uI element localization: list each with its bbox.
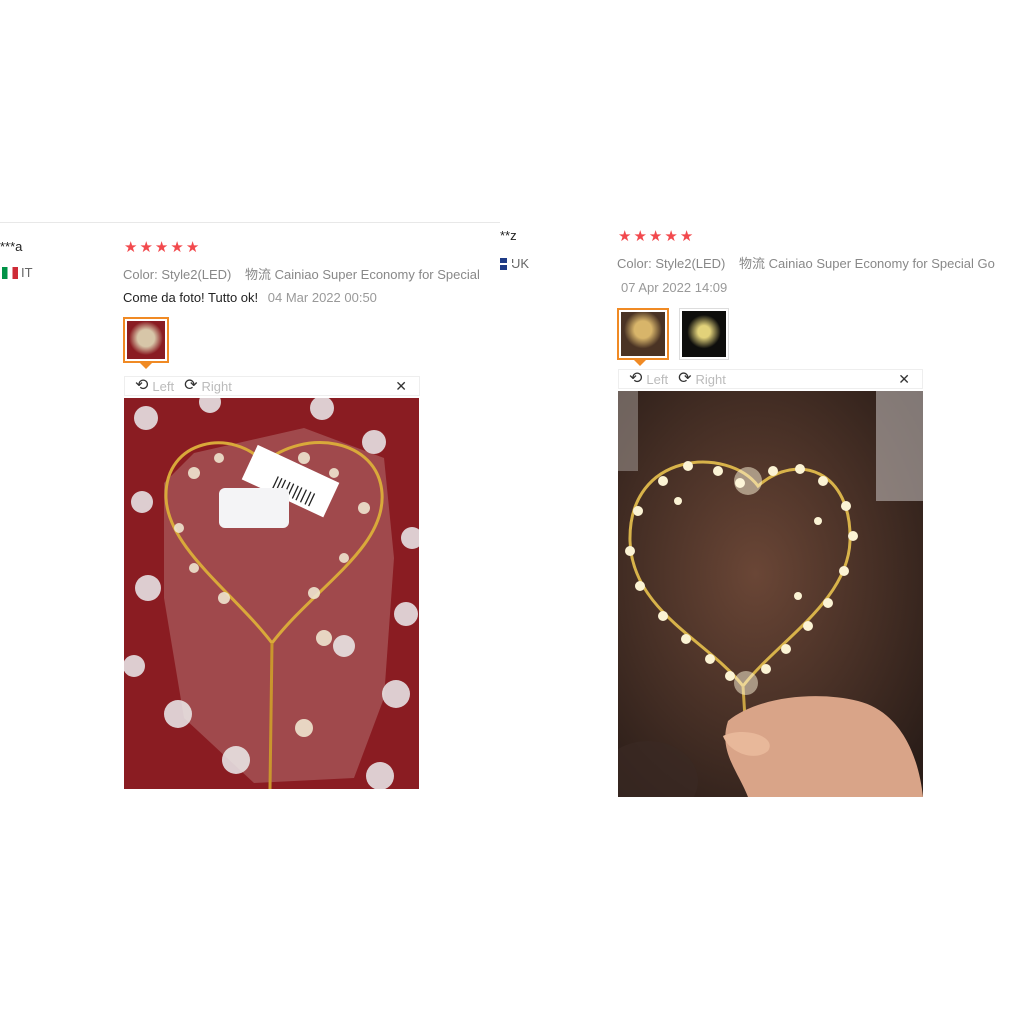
color-value: Style2(LED) bbox=[161, 267, 232, 282]
color-label: Color: bbox=[617, 256, 652, 271]
star-icon: ★ bbox=[633, 228, 647, 245]
image-viewer-toolbar: ⟲ Left ⟳ Right ✕ bbox=[618, 369, 923, 389]
review-date: 04 Mar 2022 00:50 bbox=[267, 290, 377, 305]
review-date: 07 Apr 2022 14:09 bbox=[621, 280, 728, 295]
rotate-right-icon: ⟳ bbox=[184, 377, 198, 394]
rotate-left-button[interactable]: ⟲ Left bbox=[135, 378, 174, 394]
uk-flag-icon bbox=[500, 257, 516, 270]
rotate-left-icon: ⟲ bbox=[629, 370, 643, 387]
rotate-left-label: Left bbox=[152, 378, 175, 394]
shipping-label: 物流 bbox=[245, 267, 272, 282]
image-viewer-toolbar: ⟲ Left ⟳ Right ✕ bbox=[124, 376, 420, 396]
star-icon: ★ bbox=[170, 239, 184, 256]
rotate-right-button[interactable]: ⟳ Right bbox=[184, 378, 232, 394]
star-icon: ★ bbox=[618, 228, 632, 245]
country-code: IT bbox=[21, 265, 33, 280]
shipping-value: Cainiao Super Economy for Special bbox=[274, 267, 480, 282]
rotate-right-button[interactable]: ⟳ Right bbox=[678, 371, 726, 387]
review-photo bbox=[124, 398, 419, 789]
star-icon: ★ bbox=[124, 239, 138, 256]
rotate-left-button[interactable]: ⟲ Left bbox=[629, 371, 668, 387]
star-rating: ★ ★ ★ ★ ★ bbox=[618, 227, 693, 245]
close-icon[interactable]: ✕ bbox=[898, 371, 910, 388]
star-rating: ★ ★ ★ ★ ★ bbox=[124, 238, 199, 256]
review-card-1: ***a IT ★ ★ ★ ★ ★ Color: Style2(LED) 物流 … bbox=[0, 222, 500, 803]
review-thumbnail[interactable] bbox=[123, 317, 169, 363]
star-icon: ★ bbox=[139, 239, 153, 256]
rotate-right-label: Right bbox=[695, 371, 726, 387]
close-icon[interactable]: ✕ bbox=[395, 378, 407, 395]
star-icon: ★ bbox=[185, 239, 200, 256]
italy-flag-icon bbox=[2, 266, 18, 279]
review-thumbnail[interactable] bbox=[679, 308, 729, 360]
color-value: Style2(LED) bbox=[655, 256, 726, 271]
star-icon: ★ bbox=[648, 228, 663, 245]
heart-topper-thumbnail-icon bbox=[127, 321, 165, 359]
review-text: Come da foto! Tutto ok! bbox=[123, 290, 259, 305]
rotate-left-icon: ⟲ bbox=[135, 377, 149, 394]
review-meta: Color: Style2(LED) 物流 Cainiao Super Econ… bbox=[123, 264, 480, 283]
heart-topper-lit-thumbnail-icon bbox=[621, 312, 665, 356]
review-thumbnail[interactable] bbox=[617, 308, 669, 360]
shipping-label: 物流 bbox=[739, 256, 766, 271]
reviewer-country: UK bbox=[500, 256, 529, 271]
star-icon: ★ bbox=[679, 228, 694, 245]
reviewer-name: ***a bbox=[0, 239, 23, 254]
heart-topper-lit-dark-thumbnail-icon bbox=[682, 311, 726, 357]
color-label: Color: bbox=[123, 267, 158, 282]
rotate-left-label: Left bbox=[646, 371, 669, 387]
review-text-row: Come da foto! Tutto ok! 04 Mar 2022 00:5… bbox=[123, 290, 377, 305]
thumbnail-caret bbox=[634, 360, 646, 366]
rotate-right-icon: ⟳ bbox=[678, 370, 692, 387]
reviewer-name: **z bbox=[500, 228, 517, 243]
heart-topper-packaged-photo-icon bbox=[124, 398, 419, 789]
star-icon: ★ bbox=[664, 228, 678, 245]
heart-topper-lit-photo-icon bbox=[618, 391, 923, 797]
review-photo bbox=[618, 391, 923, 797]
rotate-right-label: Right bbox=[201, 378, 232, 394]
reviewer-country: IT bbox=[2, 265, 33, 280]
shipping-value: Cainiao Super Economy for Special Go bbox=[768, 256, 995, 271]
star-icon: ★ bbox=[154, 239, 169, 256]
review-meta: Color: Style2(LED) 物流 Cainiao Super Econ… bbox=[617, 253, 995, 272]
thumbnail-caret bbox=[140, 363, 152, 369]
review-card-2: **z UK ★ ★ ★ ★ ★ Color: Style2(LED) 物流 C… bbox=[500, 222, 1024, 812]
